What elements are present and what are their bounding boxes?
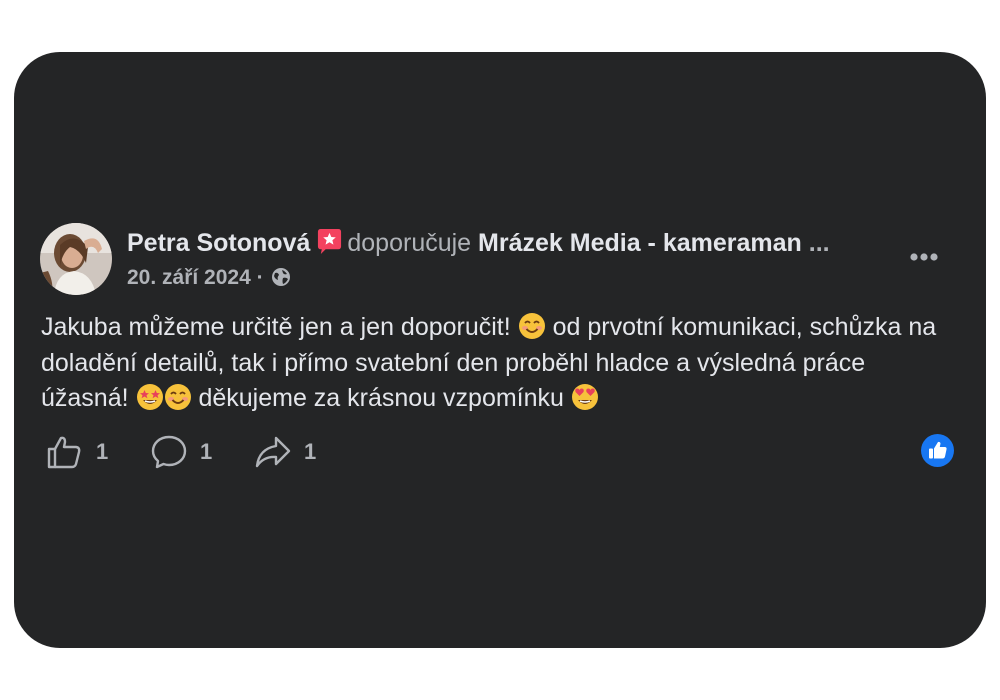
- more-options-icon: [910, 253, 938, 261]
- comment-count: 1: [200, 439, 213, 464]
- smiling-face-emoji: [518, 313, 545, 339]
- star-struck-emoji: [136, 384, 163, 410]
- post-text: Jakuba můžeme určitě jen a jen doporučit…: [41, 310, 941, 417]
- post-text-part-3: děkujeme za krásnou vzpomínku: [191, 384, 571, 412]
- like-icon: [47, 436, 81, 469]
- share-count: 1: [304, 439, 317, 464]
- recommend-verb: doporučuje: [347, 229, 472, 257]
- like-button[interactable]: 1: [46, 434, 108, 470]
- post-meta: 20. září 2024 ·: [127, 264, 291, 292]
- recommend-badge-icon: [318, 228, 342, 255]
- globe-icon: [272, 268, 291, 286]
- like-count: 1: [96, 439, 109, 464]
- share-icon: [255, 436, 291, 468]
- heart-eyes-emoji: [571, 384, 598, 410]
- comment-button[interactable]: 1: [150, 434, 212, 470]
- post-date[interactable]: 20. září 2024: [127, 266, 251, 289]
- truncation-ellipsis: ...: [808, 229, 830, 257]
- author-name[interactable]: Petra Sotonová: [127, 229, 310, 257]
- smiling-face-emoji: [164, 384, 191, 410]
- post-header: Petra Sotonová doporučuje Mrázek Media -…: [127, 227, 897, 259]
- avatar-photo: [40, 223, 112, 295]
- more-options-button[interactable]: [902, 242, 946, 272]
- like-reaction-icon[interactable]: [921, 434, 954, 467]
- review-card: Petra Sotonová doporučuje Mrázek Media -…: [14, 52, 986, 648]
- comment-icon: [151, 435, 187, 469]
- post-text-part-1: Jakuba můžeme určitě jen a jen doporučit…: [41, 313, 518, 341]
- avatar[interactable]: [40, 223, 112, 295]
- page-name-link[interactable]: Mrázek Media - kameraman: [478, 229, 802, 257]
- meta-separator: ·: [256, 266, 264, 289]
- share-button[interactable]: 1: [254, 434, 316, 470]
